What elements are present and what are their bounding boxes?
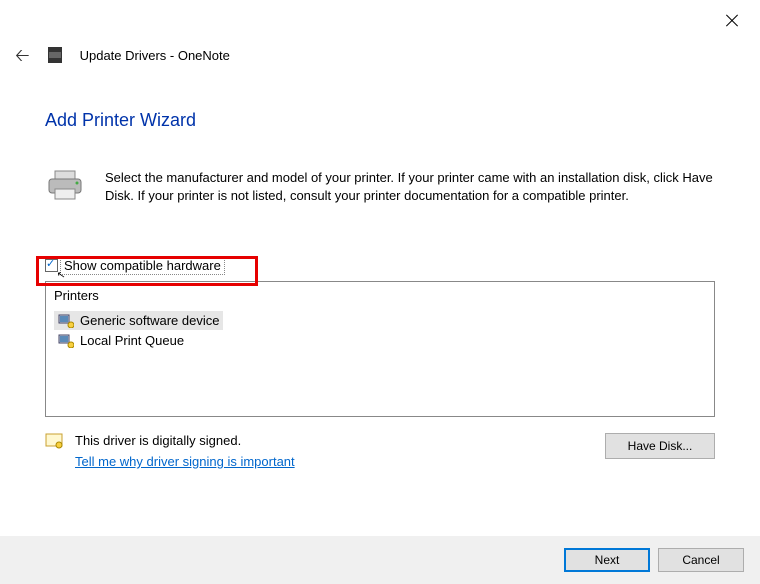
description-row: Select the manufacturer and model of you… [45, 169, 715, 206]
description-text: Select the manufacturer and model of you… [105, 169, 715, 206]
signing-status-label: This driver is digitally signed. [75, 433, 593, 448]
list-item-label: Generic software device [80, 313, 219, 328]
certificate-icon [45, 433, 63, 449]
list-item[interactable]: Generic software device [54, 311, 223, 330]
signing-section: This driver is digitally signed. Tell me… [45, 433, 715, 469]
header-row: 🡠 Update Drivers - OneNote [15, 46, 230, 64]
compatible-hardware-row: Show compatible hardware ↖ [45, 256, 715, 275]
compatible-hardware-label[interactable]: Show compatible hardware [60, 256, 225, 275]
printers-column-header: Printers [54, 288, 706, 303]
footer: Next Cancel [0, 536, 760, 584]
have-disk-button[interactable]: Have Disk... [605, 433, 715, 459]
close-button[interactable] [724, 12, 740, 28]
wizard-heading: Add Printer Wizard [45, 110, 715, 131]
window-title: Update Drivers - OneNote [80, 48, 230, 63]
back-arrow-icon[interactable]: 🡠 [15, 46, 30, 64]
signing-info-link[interactable]: Tell me why driver signing is important [75, 454, 295, 469]
device-icon [58, 334, 74, 348]
list-item-label: Local Print Queue [80, 333, 184, 348]
next-button[interactable]: Next [564, 548, 650, 572]
device-icon [58, 314, 74, 328]
list-item[interactable]: Local Print Queue [54, 331, 188, 350]
printers-listbox[interactable]: Printers Generic software device Local P… [45, 281, 715, 417]
printer-icon [45, 169, 85, 206]
cancel-button[interactable]: Cancel [658, 548, 744, 572]
cursor-icon: ↖ [56, 269, 66, 281]
printer-small-icon [48, 47, 62, 63]
